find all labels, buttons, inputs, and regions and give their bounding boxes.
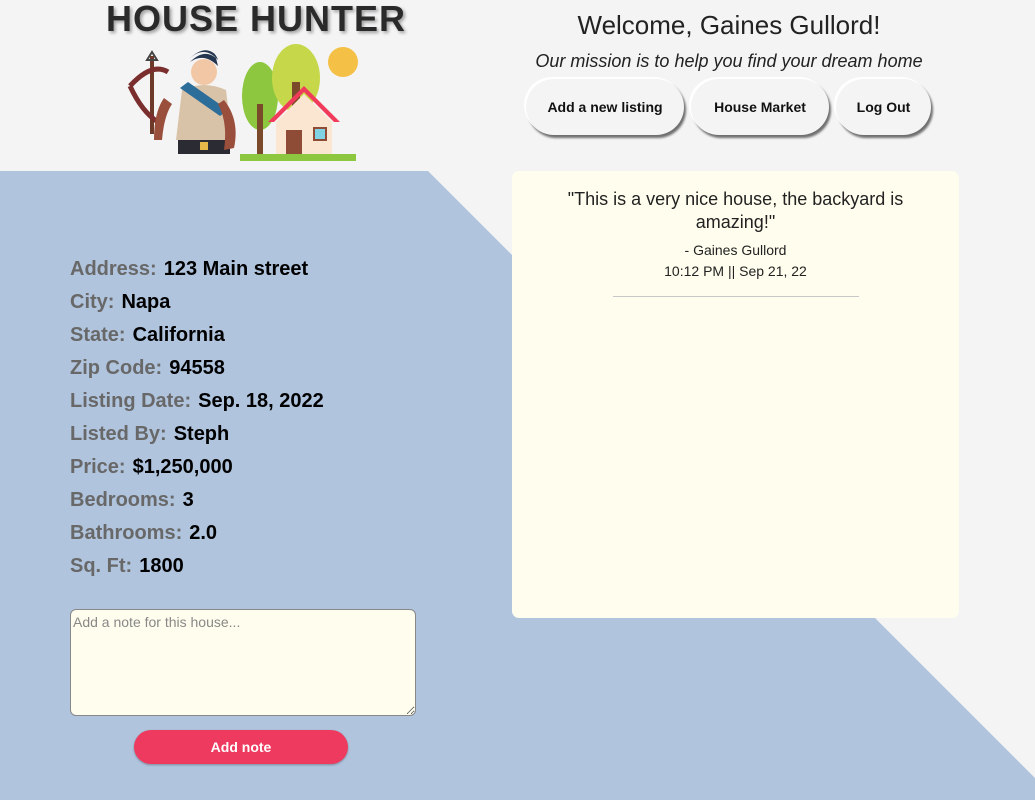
note-author: - Gaines Gullord: [684, 242, 787, 258]
detail-label: Bathrooms:: [70, 522, 183, 544]
note-item: "This is a very nice house, the backyard…: [512, 171, 959, 297]
notes-panel: "This is a very nice house, the backyard…: [512, 171, 959, 618]
detail-value: Sep. 18, 2022: [198, 390, 324, 412]
detail-row-zip: Zip Code: 94558: [70, 357, 324, 390]
detail-label: City:: [70, 291, 115, 313]
house-market-button[interactable]: House Market: [691, 79, 829, 135]
house-hunter-logo-icon: [127, 44, 358, 161]
note-divider: [612, 296, 859, 297]
note-timestamp: 10:12 PM || Sep 21, 22: [664, 263, 807, 279]
detail-value: 2.0: [189, 522, 218, 544]
detail-value: 94558: [169, 357, 225, 379]
note-textarea[interactable]: [70, 609, 416, 716]
note-text: "This is a very nice house, the backyard…: [567, 189, 904, 232]
detail-value: Napa: [121, 291, 171, 313]
detail-row-bathrooms: Bathrooms: 2.0: [70, 522, 324, 555]
detail-value: California: [132, 324, 225, 346]
detail-row-address: Address: 123 Main street: [70, 258, 324, 291]
mission-statement: Our mission is to help you find your dre…: [535, 51, 923, 71]
detail-label: Listed By:: [70, 423, 167, 445]
detail-row-listing-date: Listing Date: Sep. 18, 2022: [70, 390, 324, 423]
detail-label: Address:: [70, 258, 157, 280]
add-note-button[interactable]: Add note: [134, 730, 348, 764]
detail-value: 3: [182, 489, 194, 511]
detail-row-bedrooms: Bedrooms: 3: [70, 489, 324, 522]
detail-label: Listing Date:: [70, 390, 192, 412]
detail-label: Zip Code:: [70, 357, 163, 379]
detail-value: 1800: [139, 555, 184, 577]
detail-label: Bedrooms:: [70, 489, 176, 511]
detail-value: $1,250,000: [132, 456, 233, 478]
detail-row-state: State: California: [70, 324, 324, 357]
welcome-message: Welcome, Gaines Gullord!: [577, 10, 881, 40]
detail-row-city: City: Napa: [70, 291, 324, 324]
add-listing-button[interactable]: Add a new listing: [526, 79, 684, 135]
detail-label: Sq. Ft:: [70, 555, 133, 577]
detail-value: Steph: [173, 423, 230, 445]
detail-value: 123 Main street: [163, 258, 309, 280]
detail-row-listed-by: Listed By: Steph: [70, 423, 324, 456]
hunter-icon: [127, 50, 236, 154]
detail-label: Price:: [70, 456, 126, 478]
log-out-button[interactable]: Log Out: [836, 79, 931, 135]
detail-row-price: Price: $1,250,000: [70, 456, 324, 489]
app-title: HOUSE HUNTER: [106, 0, 407, 39]
detail-label: State:: [70, 324, 126, 346]
detail-row-sqft: Sq. Ft: 1800: [70, 555, 324, 588]
listing-details: Address: 123 Main street City: Napa State:…: [70, 258, 324, 588]
